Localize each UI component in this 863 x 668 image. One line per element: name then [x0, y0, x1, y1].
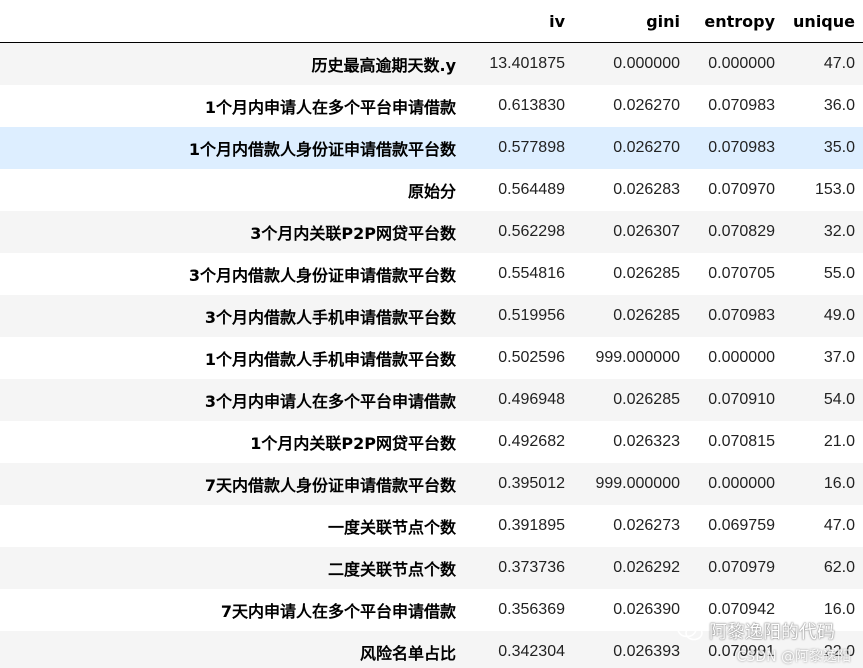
cell-gini: 0.026285 — [613, 390, 680, 408]
cell-gini: 0.026285 — [613, 264, 680, 282]
cell-unique: 54.0 — [823, 390, 855, 408]
row-index-label: 一度关联节点个数 — [327, 517, 456, 537]
cell-unique: 16.0 — [823, 474, 855, 492]
cell-gini: 0.026390 — [613, 600, 680, 618]
cell-entropy: 0.070979 — [708, 558, 775, 576]
cell-iv: 0.391895 — [498, 516, 565, 534]
cell-entropy: 0.070983 — [708, 96, 775, 114]
cell-iv: 0.554816 — [498, 264, 565, 282]
cell-iv: 0.562298 — [498, 222, 565, 240]
cell-iv: 0.564489 — [498, 180, 565, 198]
table-row: 1个月内申请人在多个平台申请借款 0.613830 0.026270 0.070983… — [0, 84, 863, 127]
cell-entropy: 0.070910 — [708, 390, 775, 408]
cell-iv: 0.492682 — [498, 432, 565, 450]
dataframe-table: iv gini entropy unique 历史最高逾期天数.y 13.4018… — [0, 0, 863, 668]
cell-unique: 36.0 — [823, 96, 855, 114]
cell-unique: 16.0 — [823, 600, 855, 618]
cell-unique: 49.0 — [823, 306, 855, 324]
cell-entropy: 0.070829 — [708, 222, 775, 240]
cell-iv: 0.342304 — [498, 642, 565, 660]
table-row: 7天内申请人在多个平台申请借款 0.356369 0.026390 0.070942 1… — [0, 588, 863, 631]
cell-gini: 999.000000 — [595, 474, 680, 492]
cell-entropy: 0.070815 — [708, 432, 775, 450]
cell-entropy: 0.070983 — [708, 138, 775, 156]
cell-entropy: 0.070705 — [708, 264, 775, 282]
cell-iv: 13.401875 — [489, 54, 565, 72]
cell-entropy: 0.069759 — [708, 516, 775, 534]
table-row: 原始分 0.564489 0.026283 0.070970 153.0 — [0, 168, 863, 211]
cell-gini: 0.000000 — [613, 54, 680, 72]
row-index-label: 3个月内申请人在多个平台申请借款 — [204, 391, 456, 411]
cell-unique: 55.0 — [823, 264, 855, 282]
cell-iv: 0.496948 — [498, 390, 565, 408]
cell-gini: 0.026273 — [613, 516, 680, 534]
header-iv: iv — [468, 0, 573, 43]
cell-unique: 62.0 — [823, 558, 855, 576]
table-header: iv gini entropy unique — [0, 0, 863, 43]
cell-entropy: 0.070942 — [708, 600, 775, 618]
table-body: 历史最高逾期天数.y 13.401875 0.000000 0.000000 47.0 1… — [0, 42, 863, 668]
row-index-label: 历史最高逾期天数.y — [311, 55, 456, 75]
header-entropy: entropy — [688, 0, 783, 43]
cell-iv: 0.613830 — [498, 96, 565, 114]
cell-unique: 47.0 — [823, 54, 855, 72]
row-index-label: 3个月内关联P2P网贷平台数 — [250, 223, 456, 243]
table-row: 3个月内借款人手机申请借款平台数 0.519956 0.026285 0.070983… — [0, 294, 863, 337]
cell-iv: 0.502596 — [498, 348, 565, 366]
cell-iv: 0.356369 — [498, 600, 565, 618]
row-index-label: 二度关联节点个数 — [327, 559, 456, 579]
header-unique: unique — [783, 0, 863, 43]
row-index-label: 原始分 — [407, 181, 456, 201]
row-index-label: 风险名单占比 — [359, 643, 456, 663]
row-index-label: 7天内申请人在多个平台申请借款 — [220, 601, 456, 621]
cell-unique: 22.0 — [823, 642, 855, 660]
cell-gini: 0.026393 — [613, 642, 680, 660]
table-row: 3个月内申请人在多个平台申请借款 0.496948 0.026285 0.070910… — [0, 378, 863, 421]
table-row: 1个月内关联P2P网贷平台数 0.492682 0.026323 0.070815 21… — [0, 420, 863, 463]
row-index-label: 1个月内关联P2P网贷平台数 — [250, 433, 456, 453]
row-index-label: 3个月内借款人手机申请借款平台数 — [204, 307, 456, 327]
cell-gini: 0.026285 — [613, 306, 680, 324]
table-row: 二度关联节点个数 0.373736 0.026292 0.070979 62.0 — [0, 546, 863, 589]
table-row: 3个月内借款人身份证申请借款平台数 0.554816 0.026285 0.07070… — [0, 252, 863, 295]
row-index-label: 1个月内借款人手机申请借款平台数 — [204, 349, 456, 369]
cell-gini: 999.000000 — [595, 348, 680, 366]
cell-unique: 37.0 — [823, 348, 855, 366]
cell-iv: 0.395012 — [498, 474, 565, 492]
cell-entropy: 0.070991 — [708, 642, 775, 660]
cell-gini: 0.026270 — [613, 96, 680, 114]
table-row: 一度关联节点个数 0.391895 0.026273 0.069759 47.0 — [0, 504, 863, 547]
cell-entropy: 0.070970 — [708, 180, 775, 198]
row-index-label: 1个月内申请人在多个平台申请借款 — [204, 97, 456, 117]
header-gini: gini — [573, 0, 688, 43]
cell-unique: 153.0 — [814, 180, 855, 198]
cell-entropy: 0.000000 — [708, 474, 775, 492]
table-row: 1个月内借款人手机申请借款平台数 0.502596 999.000000 0.0000… — [0, 336, 863, 379]
header-index — [0, 0, 468, 43]
cell-entropy: 0.000000 — [708, 348, 775, 366]
table-row: 历史最高逾期天数.y 13.401875 0.000000 0.000000 47.0 — [0, 42, 863, 85]
cell-unique: 32.0 — [823, 222, 855, 240]
cell-gini: 0.026307 — [613, 222, 680, 240]
cell-unique: 47.0 — [823, 516, 855, 534]
row-index-label: 1个月内借款人身份证申请借款平台数 — [188, 139, 456, 159]
cell-unique: 21.0 — [823, 432, 855, 450]
cell-iv: 0.577898 — [498, 138, 565, 156]
table-row: 1个月内借款人身份证申请借款平台数 0.577898 0.026270 0.07098… — [0, 126, 863, 169]
row-index-label: 3个月内借款人身份证申请借款平台数 — [188, 265, 456, 285]
cell-entropy: 0.000000 — [708, 54, 775, 72]
cell-entropy: 0.070983 — [708, 306, 775, 324]
cell-iv: 0.519956 — [498, 306, 565, 324]
cell-iv: 0.373736 — [498, 558, 565, 576]
table-row: 风险名单占比 0.342304 0.026393 0.070991 22.0 — [0, 630, 863, 668]
cell-gini: 0.026323 — [613, 432, 680, 450]
cell-gini: 0.026292 — [613, 558, 680, 576]
cell-gini: 0.026283 — [613, 180, 680, 198]
row-index-label: 7天内借款人身份证申请借款平台数 — [204, 475, 456, 495]
cell-gini: 0.026270 — [613, 138, 680, 156]
header-row: iv gini entropy unique — [0, 0, 863, 43]
cell-unique: 35.0 — [823, 138, 855, 156]
table-row: 3个月内关联P2P网贷平台数 0.562298 0.026307 0.070829 32… — [0, 210, 863, 253]
table-row: 7天内借款人身份证申请借款平台数 0.395012 999.000000 0.0000… — [0, 462, 863, 505]
